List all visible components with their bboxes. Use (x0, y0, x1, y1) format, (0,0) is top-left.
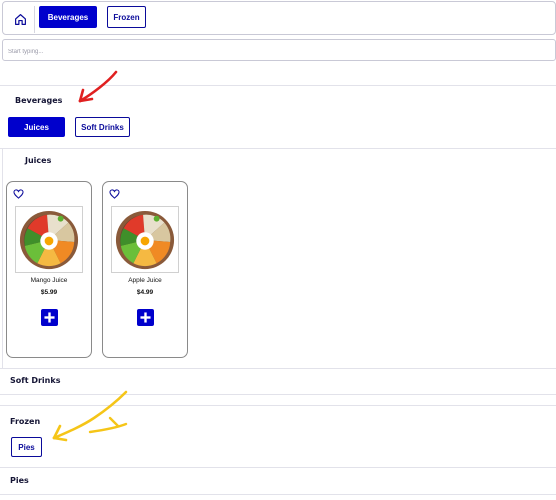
subtab-pies[interactable]: Pies (11, 437, 42, 457)
product-name: Mango Juice (30, 277, 68, 284)
search-box (2, 39, 556, 62)
product-image (15, 206, 83, 273)
home-icon (15, 14, 26, 25)
add-to-cart-button[interactable] (137, 309, 154, 326)
section-title-beverages: Beverages (15, 96, 63, 105)
heart-icon[interactable] (109, 189, 120, 199)
heart-icon[interactable] (13, 189, 24, 199)
divider (0, 148, 556, 149)
nav-tab-frozen[interactable]: Frozen (107, 6, 146, 28)
food-bowl-image (115, 210, 175, 269)
search-input[interactable] (3, 42, 555, 62)
product-card: Mango Juice $5.99 (6, 181, 92, 358)
add-to-cart-button[interactable] (41, 309, 58, 326)
plus-icon (140, 312, 151, 323)
food-bowl-image (19, 210, 79, 269)
product-name: Apple Juice (128, 277, 162, 284)
divider (0, 368, 556, 369)
subsection-title-pies: Pies (10, 476, 29, 485)
product-card: Apple Juice $4.99 (102, 181, 188, 358)
subsection-title-juices: Juices (25, 156, 52, 165)
plus-icon (44, 312, 55, 323)
red-annotation-arrow (78, 70, 118, 103)
divider (2, 148, 3, 368)
section-title-frozen: Frozen (10, 417, 41, 426)
divider (0, 494, 556, 495)
divider (0, 467, 556, 468)
home-button[interactable] (7, 6, 35, 33)
nav-tab-beverages[interactable]: Beverages (39, 6, 97, 28)
product-price: $4.99 (136, 289, 154, 296)
product-image (111, 206, 179, 273)
subsection-title-soft-drinks: Soft Drinks (10, 376, 61, 385)
yellow-annotation-arrow (52, 390, 128, 442)
subtab-juices[interactable]: Juices (8, 117, 65, 137)
product-price: $5.99 (40, 289, 58, 296)
subtab-soft-drinks[interactable]: Soft Drinks (75, 117, 130, 137)
